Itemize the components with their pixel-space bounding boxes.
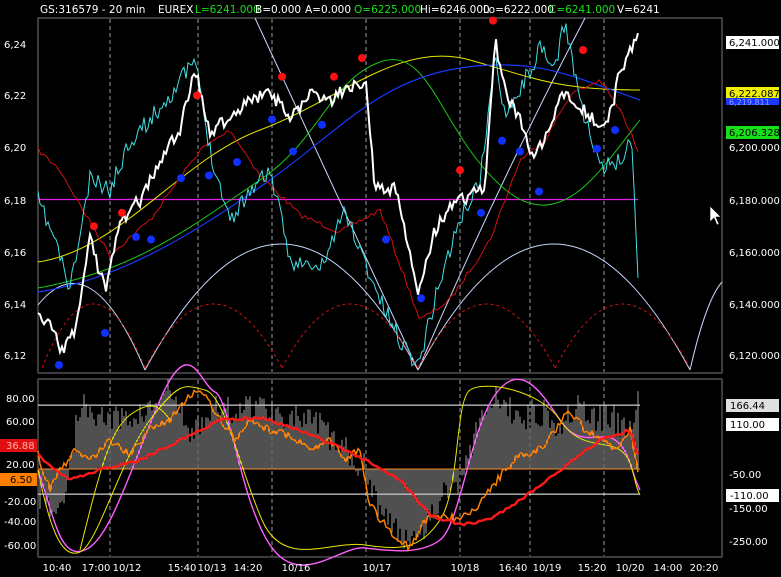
price-tick: 6,20 [4, 143, 26, 154]
time-label: 10/18 [451, 563, 480, 574]
red-signal-dot [278, 72, 286, 81]
osc-tick: -40.00 [4, 517, 36, 528]
svg-text:166.44: 166.44 [730, 401, 765, 412]
blue-signal-dot [318, 120, 326, 129]
blue-signal-dot [205, 171, 213, 180]
svg-text:6,219.811: 6,219.811 [729, 98, 770, 107]
osc-tick: 80.00 [6, 394, 35, 405]
price-tag-last: 6,241.000 [726, 36, 780, 49]
price-tick: 6,16 [4, 248, 26, 259]
blue-signal-dot [101, 328, 109, 337]
ask-price: A=0.000 [305, 4, 351, 16]
red-signal-dot [456, 166, 464, 175]
osc-tag-orange: 6.50 [0, 473, 37, 486]
price-tag-green: 6,206.328 [726, 126, 780, 139]
svg-text:6,206.328: 6,206.328 [729, 128, 780, 139]
blue-signal-dot [289, 147, 297, 156]
bid-price: B=0.000 [255, 4, 301, 16]
time-label: 20:20 [690, 563, 719, 574]
chart-window: GS:316579 - 20 min EUREX L=6241.000 B=0.… [0, 4, 780, 574]
price-tick: 6,22 [4, 91, 26, 102]
price-tick: 6,18 [4, 196, 26, 207]
close-price: C=6241.000 [549, 4, 615, 16]
osc-tick-right: -50.00 [729, 470, 761, 481]
red-signal-dot [118, 208, 126, 217]
blue-signal-dot [535, 187, 543, 196]
price-tick-right: 6,120.000 [729, 351, 780, 362]
osc-tag-lower: -110.00 [726, 489, 779, 502]
price-tag-blue: 6,219.811 [726, 98, 779, 107]
time-label: 10/13 [198, 563, 227, 574]
time-label: 14:00 [654, 563, 683, 574]
price-tick-right: 6,160.000 [729, 248, 780, 259]
quote-header: GS:316579 - 20 min EUREX L=6241.000 B=0.… [40, 4, 660, 16]
red-signal-dot [193, 91, 201, 100]
blue-signal-dot [132, 232, 140, 241]
price-tick: 6,12 [4, 351, 26, 362]
time-label: 10/20 [616, 563, 645, 574]
price-axis-left: 6,24 6,22 6,20 6,18 6,16 6,14 6,12 [4, 40, 26, 362]
svg-text:-110.00: -110.00 [730, 491, 769, 502]
exchange-label: EUREX [158, 4, 193, 16]
osc-tick: -20.00 [4, 497, 36, 508]
blue-signal-dot [233, 158, 241, 167]
red-signal-dot [579, 46, 587, 55]
osc-tick: -60.00 [4, 541, 36, 552]
time-label: 10:40 [43, 563, 72, 574]
blue-signal-dot [268, 115, 276, 124]
osc-tick: 60.00 [6, 417, 35, 428]
blue-signal-dot [147, 235, 155, 244]
osc-tag-upper: 110.00 [726, 418, 779, 431]
blue-signal-dot [611, 126, 619, 135]
blue-signal-dot [477, 208, 485, 217]
svg-text:6,241.000: 6,241.000 [729, 38, 780, 49]
time-label: 10/16 [282, 563, 311, 574]
osc-tag-red: 36.88 [0, 439, 37, 452]
blue-signal-dot [417, 294, 425, 303]
blue-signal-dot [382, 235, 390, 244]
price-axis-right: 6,200.000 6,180.000 6,160.000 6,140.000 … [729, 143, 780, 362]
osc-tick: 20.00 [6, 460, 35, 471]
red-signal-dot [358, 54, 366, 63]
svg-text:36.88: 36.88 [6, 441, 35, 452]
high-price: Hi=6246.000 [420, 4, 490, 16]
time-axis: 10:40 17:00 10/12 15:40 10/13 14:20 10/1… [43, 563, 719, 574]
last-price: L=6241.000 [195, 4, 260, 16]
svg-text:6.50: 6.50 [10, 475, 32, 486]
osc-tag-gray: 166.44 [726, 399, 779, 412]
low-price: Lo=6222.000 [483, 4, 554, 16]
blue-signal-dot [498, 136, 506, 145]
symbol-label: GS:316579 - 20 min [40, 4, 145, 16]
price-tick-right: 6,200.000 [729, 143, 780, 154]
time-label: 14:20 [234, 563, 263, 574]
time-label: 10/12 [113, 563, 142, 574]
time-label: 10/17 [363, 563, 392, 574]
red-signal-dot [330, 72, 338, 81]
price-tick-right: 6,140.000 [729, 300, 780, 311]
time-label: 10/19 [533, 563, 562, 574]
blue-signal-dot [177, 174, 185, 183]
price-tick: 6,14 [4, 300, 26, 311]
time-label: 15:20 [578, 563, 607, 574]
osc-tick-right: -150.00 [729, 504, 768, 515]
blue-signal-dot [593, 144, 601, 153]
volume-label: V=6241 [617, 4, 660, 16]
time-label: 15:40 [168, 563, 197, 574]
blue-signal-dot [516, 147, 524, 156]
open-price: O=6225.000 [354, 4, 421, 16]
time-label: 17:00 [82, 563, 111, 574]
osc-axis-right: -50.00 -150.00 -250.00 [729, 470, 768, 548]
red-signal-dot [489, 16, 497, 25]
osc-tick-right: -250.00 [729, 537, 768, 548]
price-tick-right: 6,180.000 [729, 196, 780, 207]
blue-signal-dot [55, 360, 63, 369]
time-label: 16:40 [499, 563, 528, 574]
red-signal-dot [90, 222, 98, 231]
price-tick: 6,24 [4, 40, 26, 51]
svg-text:110.00: 110.00 [730, 420, 765, 431]
